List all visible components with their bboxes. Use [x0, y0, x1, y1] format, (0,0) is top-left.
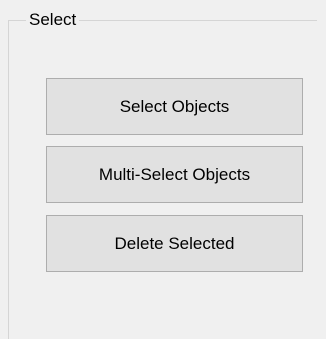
- delete-selected-button[interactable]: Delete Selected: [46, 215, 303, 272]
- multi-select-objects-button[interactable]: Multi-Select Objects: [46, 146, 303, 203]
- select-objects-button[interactable]: Select Objects: [46, 78, 303, 135]
- groupbox-title: Select: [26, 10, 80, 30]
